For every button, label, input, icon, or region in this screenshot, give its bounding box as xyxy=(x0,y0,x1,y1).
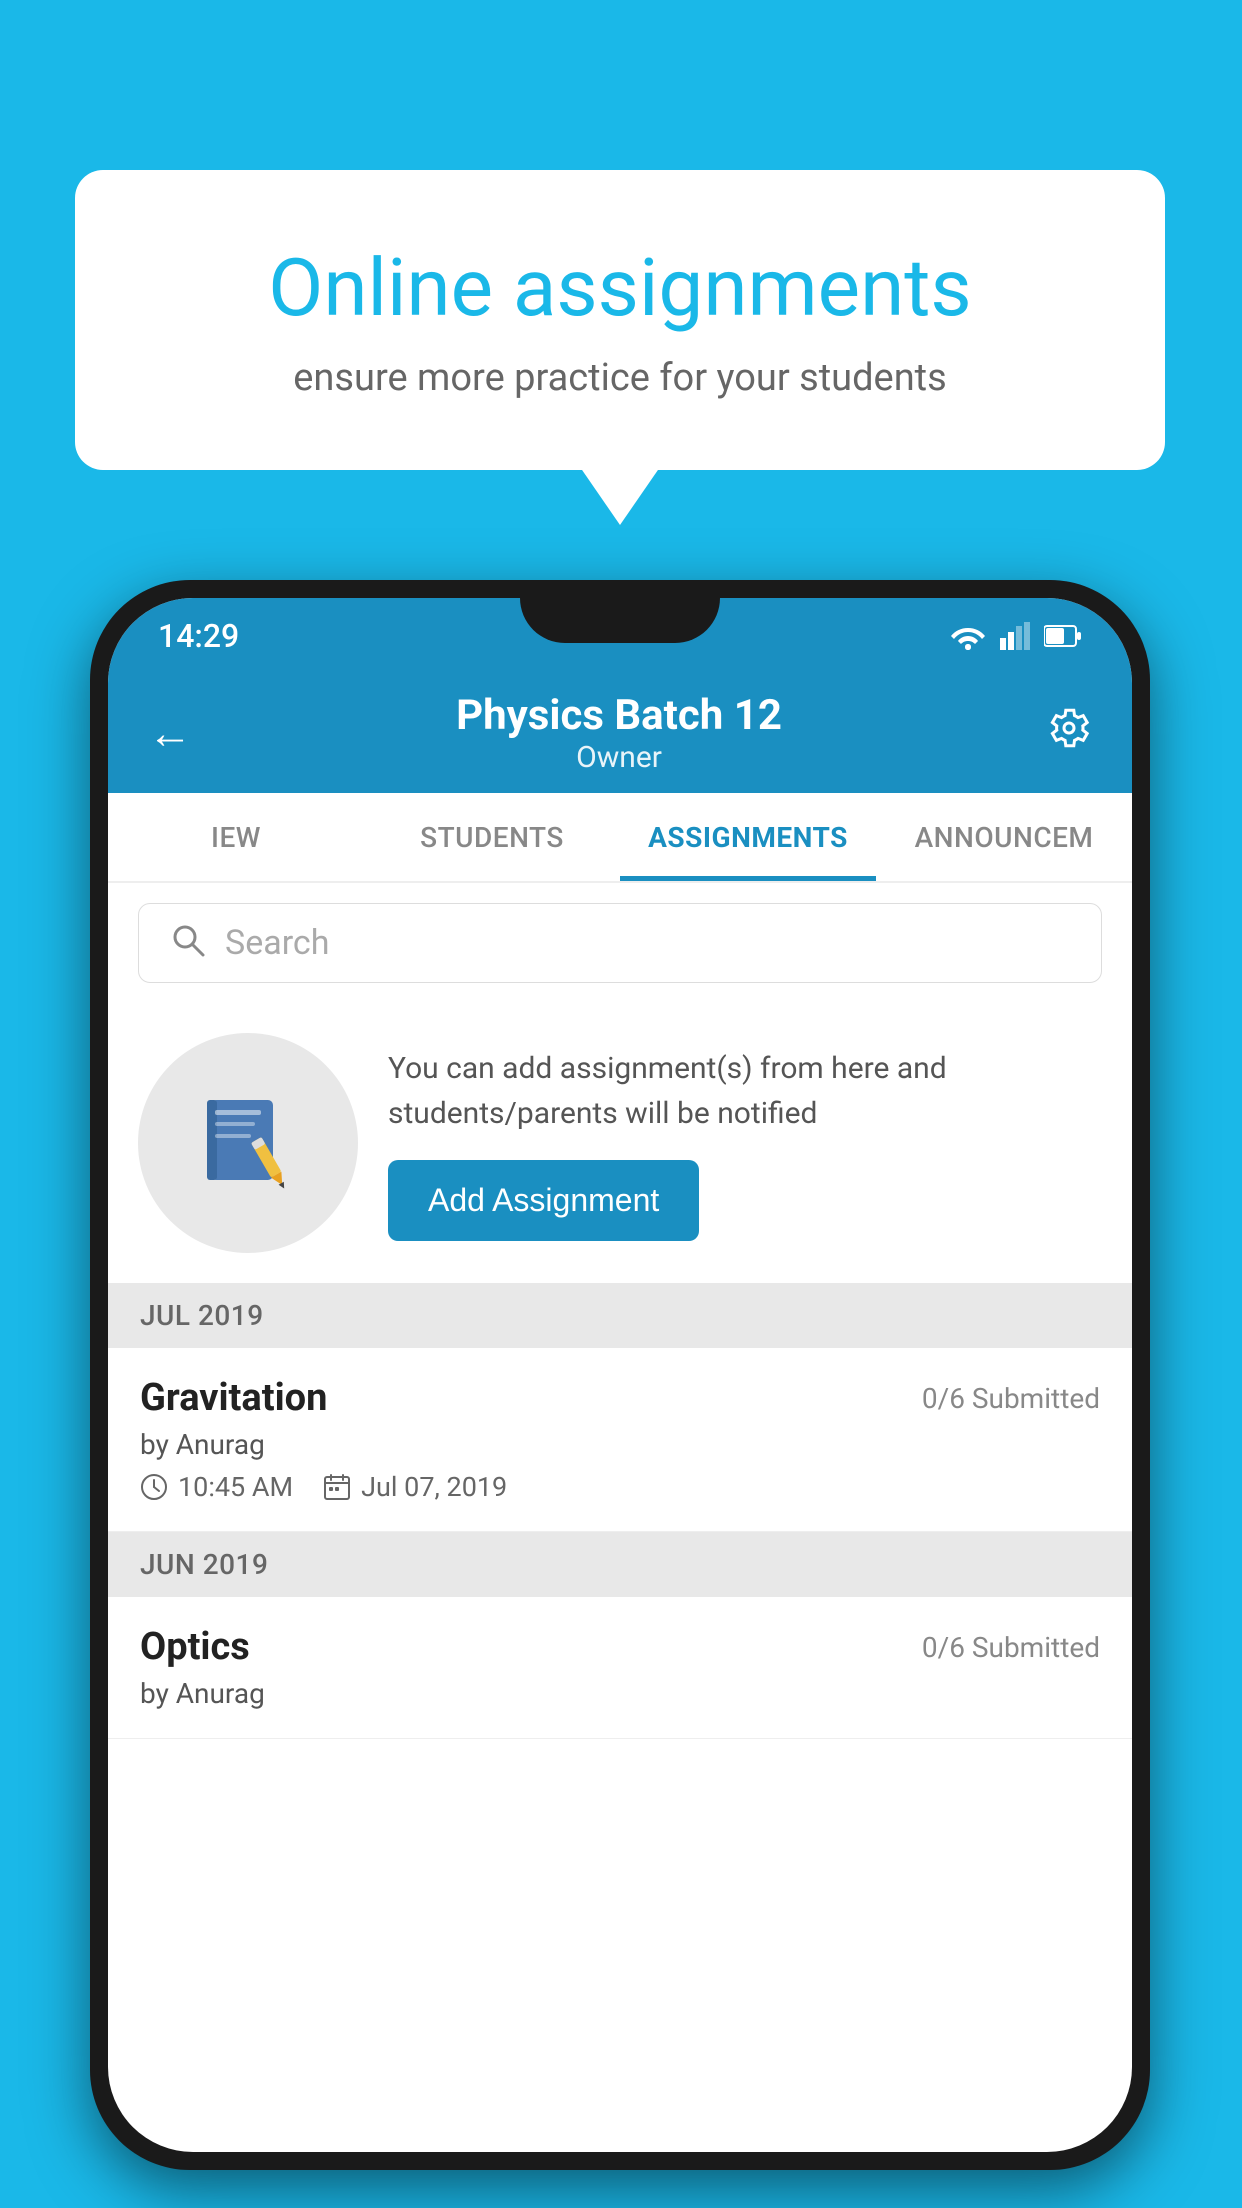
phone-screen: 14:29 xyxy=(108,598,1132,2152)
search-bar[interactable]: Search xyxy=(138,903,1102,983)
assignment-gravitation[interactable]: Gravitation 0/6 Submitted by Anurag 10:4… xyxy=(108,1348,1132,1532)
speech-bubble: Online assignments ensure more practice … xyxy=(75,170,1165,470)
tabs-bar: IEW STUDENTS ASSIGNMENTS ANNOUNCEM xyxy=(108,793,1132,883)
assignment-submitted-optics: 0/6 Submitted xyxy=(922,1631,1100,1664)
promo-section: You can add assignment(s) from here and … xyxy=(108,1003,1132,1283)
back-button[interactable]: ← xyxy=(148,707,192,759)
tab-students[interactable]: STUDENTS xyxy=(364,793,620,881)
app-header: ← Physics Batch 12 Owner xyxy=(108,673,1132,793)
header-subtitle: Owner xyxy=(456,740,782,775)
tab-iew[interactable]: IEW xyxy=(108,793,364,881)
assignment-optics[interactable]: Optics 0/6 Submitted by Anurag xyxy=(108,1597,1132,1739)
section-header-jul: JUL 2019 xyxy=(108,1283,1132,1348)
speech-bubble-wrapper: Online assignments ensure more practice … xyxy=(75,170,1165,470)
search-bar-wrapper: Search xyxy=(108,883,1132,1003)
clock-icon xyxy=(140,1473,168,1501)
promo-icon-circle xyxy=(138,1033,358,1253)
assignment-name-optics: Optics xyxy=(140,1625,250,1669)
header-title-group: Physics Batch 12 Owner xyxy=(456,691,782,775)
tab-assignments[interactable]: ASSIGNMENTS xyxy=(620,793,876,881)
calendar-icon xyxy=(323,1473,351,1501)
promo-text-side: You can add assignment(s) from here and … xyxy=(388,1046,1102,1241)
search-icon xyxy=(169,921,205,966)
phone-outer: 14:29 xyxy=(90,580,1150,2170)
settings-button[interactable] xyxy=(1046,705,1092,762)
status-time: 14:29 xyxy=(158,617,239,655)
assignment-name-gravitation: Gravitation xyxy=(140,1376,327,1420)
wifi-icon xyxy=(950,622,986,650)
header-title: Physics Batch 12 xyxy=(456,691,782,740)
phone-notch xyxy=(520,598,720,643)
assignment-date-gravitation: Jul 07, 2019 xyxy=(323,1471,507,1503)
bubble-title: Online assignments xyxy=(155,240,1085,336)
add-assignment-button[interactable]: Add Assignment xyxy=(388,1160,699,1241)
assignment-by-gravitation: by Anurag xyxy=(140,1428,1100,1461)
assignment-by-optics: by Anurag xyxy=(140,1677,1100,1710)
notebook-icon xyxy=(193,1088,303,1198)
battery-icon xyxy=(1044,624,1082,648)
assignment-submitted-gravitation: 0/6 Submitted xyxy=(922,1382,1100,1415)
search-placeholder: Search xyxy=(225,923,329,963)
bubble-subtitle: ensure more practice for your students xyxy=(155,356,1085,400)
assignment-meta-gravitation: 10:45 AM Jul 07, 2019 xyxy=(140,1471,1100,1503)
assignment-time-gravitation: 10:45 AM xyxy=(140,1471,293,1503)
section-header-jun: JUN 2019 xyxy=(108,1532,1132,1597)
signal-icon xyxy=(1000,622,1030,650)
promo-description: You can add assignment(s) from here and … xyxy=(388,1046,1102,1136)
phone-wrapper: 14:29 xyxy=(90,580,1150,2170)
status-icons xyxy=(950,622,1082,650)
tab-announcements[interactable]: ANNOUNCEM xyxy=(876,793,1132,881)
